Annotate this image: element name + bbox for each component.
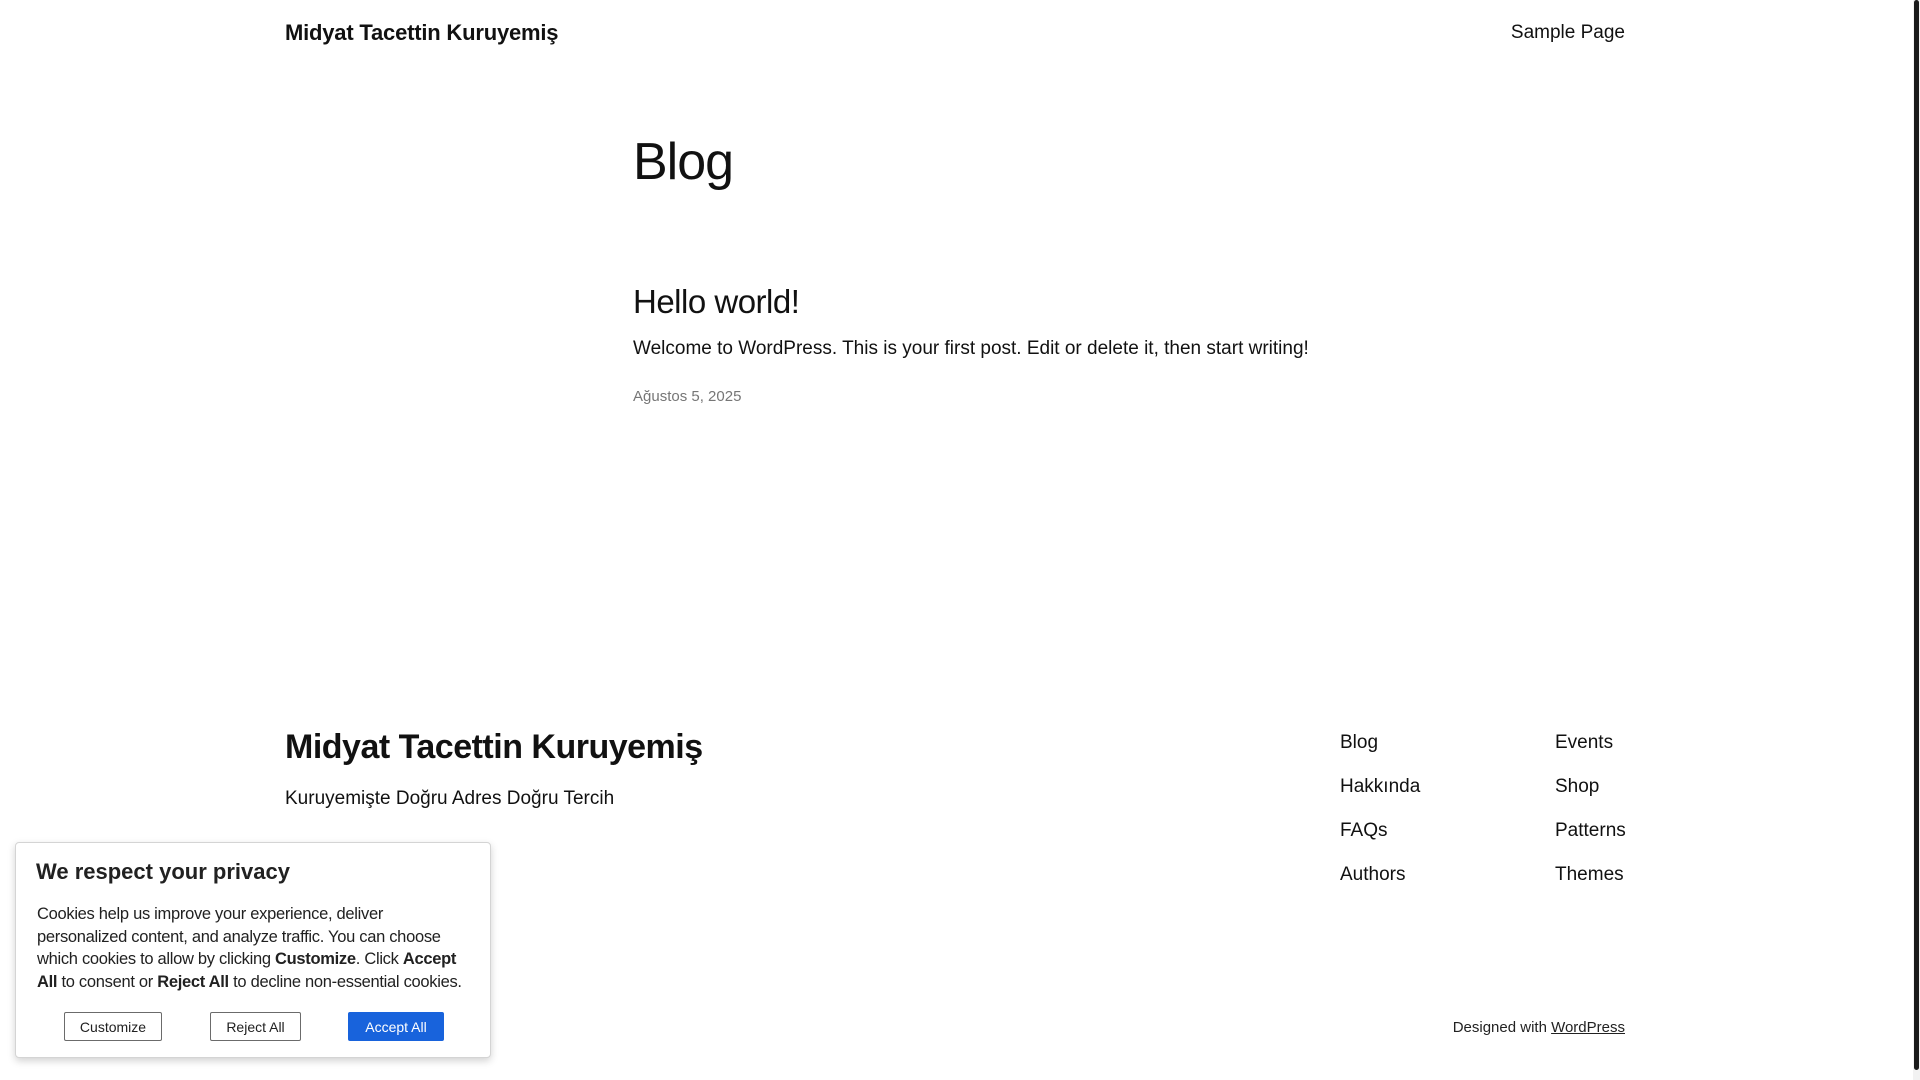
site-title-link[interactable]: Midyat Tacettin Kuruyemiş [285,20,559,46]
reject-all-button[interactable]: Reject All [210,1012,301,1041]
footer-nav-column-1: Blog Hakkında FAQs Authors [1340,730,1420,906]
footer-link-themes[interactable]: Themes [1555,862,1626,906]
page-scrollbar[interactable] [1913,0,1920,1080]
footer-link-hakkinda[interactable]: Hakkında [1340,774,1420,818]
cookie-banner-text: Cookies help us improve your experience,… [37,903,477,993]
post-date[interactable]: Ağustos 5, 2025 [633,388,1433,405]
scrollbar-thumb[interactable] [1914,0,1919,1070]
footer-link-events[interactable]: Events [1555,730,1626,774]
cookie-text-part: to consent or [57,972,158,991]
footer-link-authors[interactable]: Authors [1340,862,1420,906]
cookie-banner-title: We respect your privacy [36,859,290,884]
wordpress-link[interactable]: WordPress [1551,1019,1625,1036]
footer-credit: Designed with WordPress [1453,1019,1625,1036]
post-item: Hello world! Welcome to WordPress. This … [633,280,1433,405]
cookie-text-em-customize: Customize [275,950,356,968]
header-nav: Sample Page [1511,22,1625,44]
footer-nav-column-2: Events Shop Patterns Themes [1555,730,1626,906]
post-excerpt: Welcome to WordPress. This is your first… [633,338,1309,359]
site-header: Midyat Tacettin Kuruyemiş Sample Page [285,20,1625,50]
footer-link-patterns[interactable]: Patterns [1555,818,1626,862]
footer-link-faqs[interactable]: FAQs [1340,818,1420,862]
customize-button[interactable]: Customize [64,1012,162,1041]
cookie-text-em-reject: Reject All [157,972,229,991]
page-title: Blog [633,133,734,191]
nav-item-sample-page[interactable]: Sample Page [1511,22,1625,43]
credit-prefix: Designed with [1452,1019,1552,1036]
footer-link-blog[interactable]: Blog [1340,730,1420,774]
footer-tagline: Kuruyemişte Doğru Adres Doğru Tercih [285,788,615,809]
footer-link-shop[interactable]: Shop [1555,774,1626,818]
cookie-text-part: to decline non-essential cookies. [228,972,462,991]
accept-all-button[interactable]: Accept All [348,1012,444,1041]
cookie-text-part: . Click [355,950,403,968]
footer-site-title-link[interactable]: Midyat Tacettin Kuruyemiş [285,728,703,767]
cookie-consent-banner: We respect your privacy Cookies help us … [15,842,491,1058]
post-title-link[interactable]: Hello world! [633,280,1433,324]
